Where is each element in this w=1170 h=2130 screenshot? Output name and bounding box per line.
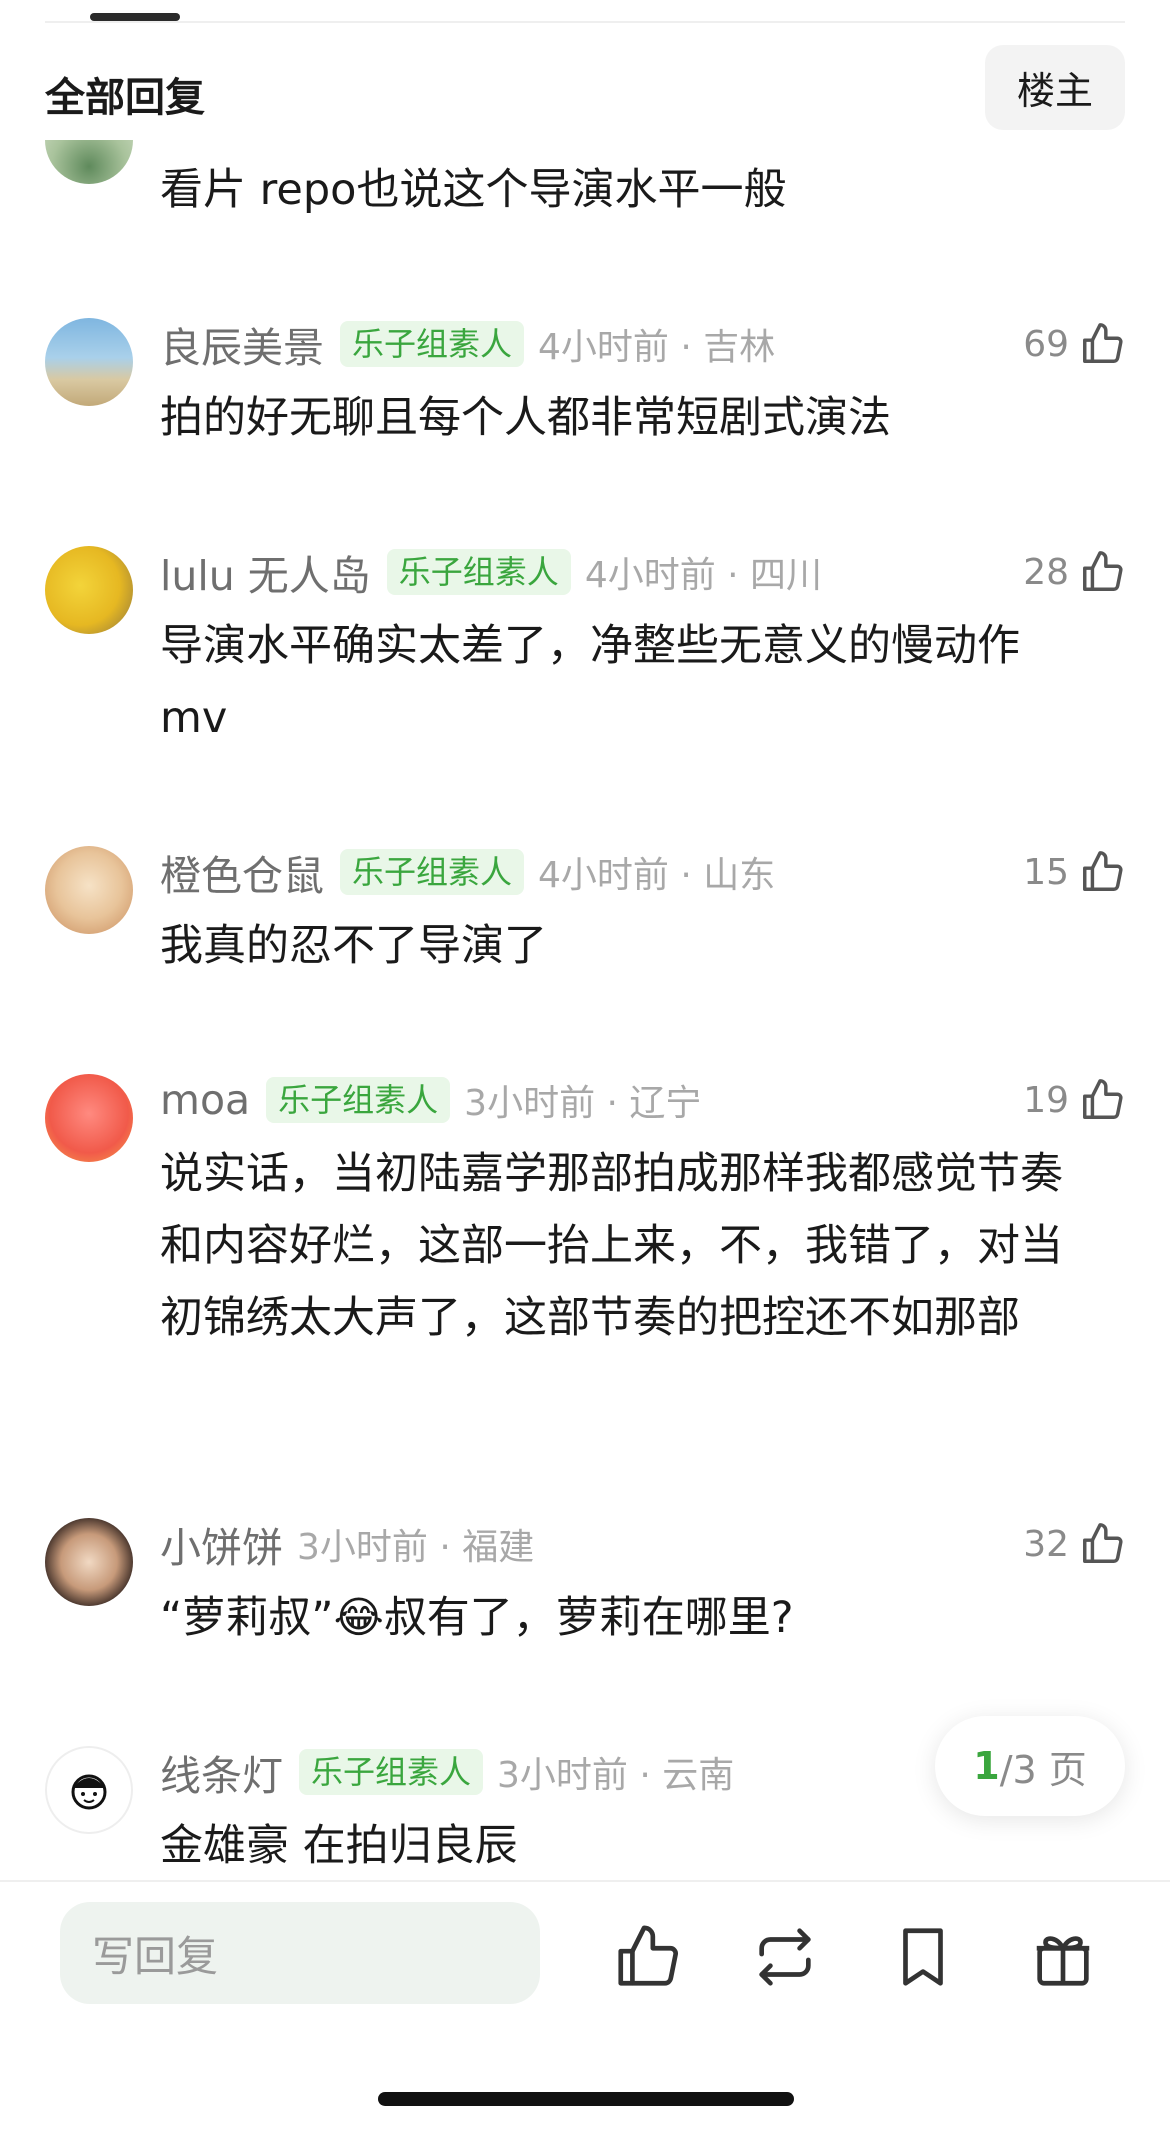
- line-face-icon: [71, 1774, 107, 1810]
- like-count: 69: [1023, 323, 1069, 365]
- avatar[interactable]: [45, 1074, 133, 1162]
- status-badge: 乐子组素人: [340, 849, 525, 895]
- avatar[interactable]: [45, 546, 133, 634]
- timestamp-location: 3小时前 · 福建: [297, 1527, 535, 1568]
- comment-text: 我真的忍不了导演了: [160, 921, 547, 971]
- comment-text: 说实话，当初陆嘉学那部拍成那样我都感觉节奏和内容好烂，这部一抬上来，不，我错了，…: [160, 1149, 1063, 1343]
- gift-icon[interactable]: [1028, 1922, 1098, 1992]
- thumbs-up-icon: [1079, 849, 1125, 895]
- like-button[interactable]: 69: [1023, 320, 1125, 368]
- total-pages: /3 页: [999, 1747, 1087, 1792]
- comment-text: “萝莉叔”😂叔有了，萝莉在哪里?: [160, 1582, 1090, 1654]
- like-count: 19: [1023, 1079, 1069, 1121]
- reply-input[interactable]: 写回复: [60, 1902, 540, 2004]
- comment-text: 导演水平确实太差了，净整些无意义的慢动作 mv: [160, 621, 1020, 743]
- page-indicator[interactable]: 1/3 页: [935, 1716, 1125, 1816]
- like-count: 28: [1023, 551, 1069, 593]
- laughing-emoji-icon: 😂: [333, 1593, 384, 1643]
- op-only-filter-button[interactable]: 楼主: [985, 45, 1125, 130]
- username[interactable]: 橙色仓鼠: [160, 842, 324, 902]
- timestamp-location: 3小时前 · 辽宁: [464, 1083, 702, 1124]
- thumbs-up-icon: [1079, 549, 1125, 595]
- repost-icon[interactable]: [750, 1922, 820, 1992]
- comment-text: 看片 repo也说这个导演水平一般: [160, 165, 787, 215]
- username[interactable]: 小饼饼: [160, 1514, 283, 1574]
- status-badge: 乐子组素人: [266, 1077, 451, 1123]
- thumbs-up-icon: [1079, 1077, 1125, 1123]
- status-badge: 乐子组素人: [386, 549, 571, 595]
- home-indicator: [378, 2092, 794, 2106]
- page-title: 全部回复: [45, 75, 205, 121]
- thumbs-up-icon: [1079, 321, 1125, 367]
- timestamp-location: 4小时前 · 吉林: [538, 327, 776, 368]
- username[interactable]: moa: [160, 1076, 250, 1124]
- comment-text: 金雄豪 在拍归良辰: [160, 1821, 518, 1871]
- replies-header: 全部回复 楼主: [45, 45, 1125, 130]
- like-button[interactable]: 15: [1023, 848, 1125, 896]
- like-count: 15: [1023, 851, 1069, 893]
- avatar[interactable]: [45, 140, 133, 184]
- top-tab-indicator: [90, 13, 180, 21]
- avatar[interactable]: [45, 1746, 133, 1834]
- avatar[interactable]: [45, 318, 133, 406]
- current-page: 1: [973, 1744, 1000, 1788]
- status-badge: 乐子组素人: [340, 321, 525, 367]
- thumbs-up-icon[interactable]: [612, 1922, 682, 1992]
- like-count: 32: [1023, 1523, 1069, 1565]
- username[interactable]: lulu 无人岛: [160, 542, 371, 602]
- comment-text: 拍的好无聊且每个人都非常短剧式演法: [160, 393, 891, 443]
- top-divider: [45, 21, 1125, 23]
- comment-text-part: “萝莉叔”: [160, 1593, 334, 1643]
- avatar[interactable]: [45, 846, 133, 934]
- like-button[interactable]: 19: [1023, 1076, 1125, 1124]
- username[interactable]: 良辰美景: [160, 314, 324, 374]
- comment-text-part: 叔有了，萝莉在哪里?: [383, 1593, 794, 1643]
- timestamp-location: 4小时前 · 四川: [584, 555, 823, 596]
- bookmark-icon[interactable]: [888, 1922, 958, 1992]
- timestamp-location: 4小时前 · 山东: [538, 855, 776, 896]
- like-button[interactable]: 32: [1023, 1520, 1125, 1568]
- thumbs-up-icon: [1079, 1521, 1125, 1567]
- username[interactable]: 线条灯: [160, 1742, 283, 1802]
- avatar[interactable]: [45, 1518, 133, 1606]
- timestamp-location: 3小时前 · 云南: [497, 1755, 735, 1796]
- like-button[interactable]: 28: [1023, 548, 1125, 596]
- status-badge: 乐子组素人: [299, 1749, 484, 1795]
